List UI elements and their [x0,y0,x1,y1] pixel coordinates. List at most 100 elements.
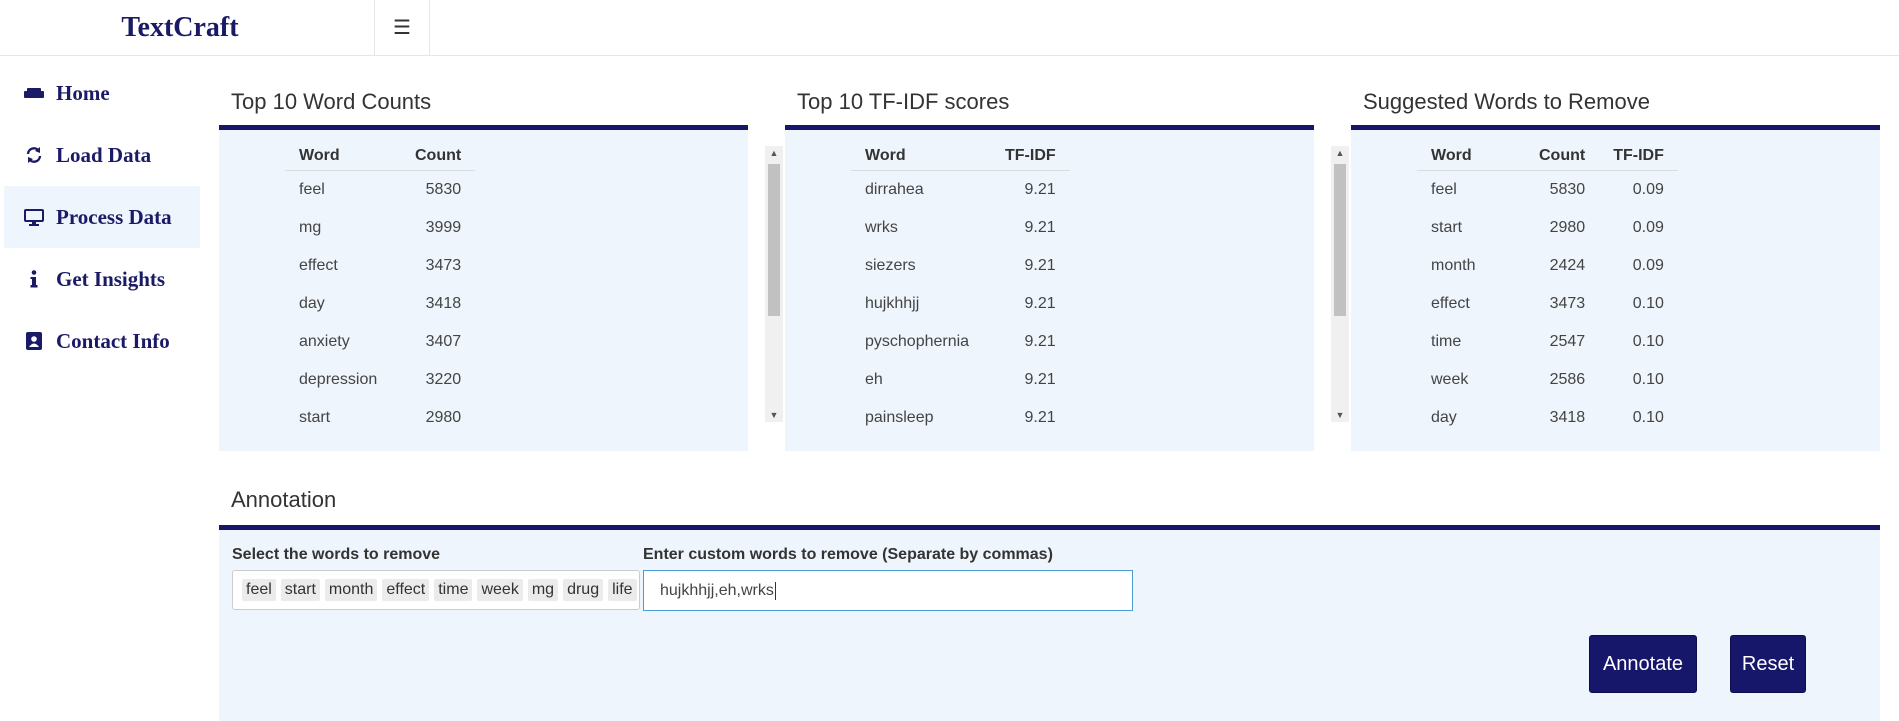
scrollbar-thumb[interactable] [768,164,780,316]
table-row: dirrahea 9.21 [851,171,1070,210]
sidebar-item-label: Load Data [56,142,152,167]
table-cell: depression [299,371,378,388]
table-cell: mg [299,219,322,236]
sidebar-item-home[interactable]: Home [4,62,200,124]
table-cell: 9.21 [1024,295,1056,312]
column-header[interactable]: Word [851,142,991,171]
table-cell: start [1431,219,1463,236]
sidebar-item-label: Process Data [56,204,172,229]
sidebar-item-load-data[interactable]: Load Data [4,124,200,186]
table-row: feel 5830 0.09 [1417,171,1678,210]
table-cell: 2586 [1549,371,1586,388]
couch-icon [22,86,46,100]
sidebar-toggle-button[interactable]: ☰ [374,0,430,55]
tfidf-table-viewport[interactable]: Word TF-IDF dirrahea 9.21 wrks 9.21 siezer… [785,130,1314,451]
table-row: week 2586 0.10 [1417,361,1678,399]
reset-button[interactable]: Reset [1730,635,1806,693]
table-cell: anxiety [299,333,350,350]
table-cell: painsleep [865,409,934,426]
hamburger-icon: ☰ [393,17,411,39]
table-header-row: Word TF-IDF [851,142,1070,171]
custom-words-input[interactable]: hujkhhjj,eh,wrks [643,570,1133,611]
word-multiselect[interactable]: feel start month effect time week mg dru… [232,570,640,610]
selected-word-chip[interactable]: start [280,579,320,601]
info-icon [22,270,46,288]
table-cell: start [299,409,331,426]
column-header[interactable]: Word [285,142,401,171]
custom-words-label: Enter custom words to remove (Separate b… [643,546,1053,563]
table-header-row: Word Count [285,142,476,171]
sidebar-item-label: Home [56,80,110,105]
selected-word-chip[interactable]: effect [382,579,430,601]
table-cell: day [299,295,325,312]
selected-word-chip[interactable]: month [324,579,378,601]
table-cell: 0.10 [1632,333,1664,350]
table-cell: 3220 [425,371,462,388]
table-row: feel 5830 [285,171,475,210]
scroll-down-arrow-icon[interactable]: ▼ [765,408,783,422]
selected-word-chip[interactable]: life [608,579,637,601]
sidebar-item-get-insights[interactable]: Get Insights [4,248,200,310]
table-cell: 0.10 [1632,295,1664,312]
selected-word-chip[interactable]: feel [242,579,276,601]
table-row: month 2424 0.09 [1417,247,1678,285]
tfidf-table: Word TF-IDF dirrahea 9.21 wrks 9.21 siezer… [851,142,1070,437]
table-row: start 2980 [285,399,475,437]
table-cell: 2547 [1549,333,1586,350]
scroll-down-arrow-icon[interactable]: ▼ [1331,408,1349,422]
table-row: siezers 9.21 [851,247,1070,285]
table-row: pyschophernia 9.21 [851,323,1070,361]
table-cell: 5830 [425,181,462,198]
column-header[interactable]: TF-IDF [1599,142,1678,171]
table-cell: 0.10 [1632,371,1664,388]
word-counts-table-viewport[interactable]: Word Count feel 5830 mg 3999 effect 3473 da… [219,130,748,451]
suggested-scrollbar[interactable]: ▲ ▼ [1331,146,1349,422]
table-cell: hujkhhjj [865,295,920,312]
box-title: Top 10 Word Counts [231,89,432,114]
column-header[interactable]: Count [1525,142,1600,171]
sidebar-item-label: Get Insights [56,266,166,291]
table-cell: 0.09 [1632,257,1664,274]
table-cell: 9.21 [1024,257,1056,274]
table-cell: 3407 [425,333,462,350]
selected-word-chip[interactable]: time [434,579,473,601]
table-cell: 9.21 [1024,219,1056,236]
table-cell: 5830 [1549,181,1586,198]
table-row: eh 9.21 [851,361,1070,399]
table-row: start 2980 0.09 [1417,209,1678,247]
column-header[interactable]: Word [1417,142,1525,171]
table-row: mg 3999 [285,209,475,247]
column-header[interactable]: TF-IDF [991,142,1070,171]
table-cell: week [1431,371,1469,388]
table-cell: 0.09 [1632,181,1664,198]
annotate-button[interactable]: Annotate [1589,635,1697,693]
scroll-up-arrow-icon[interactable]: ▲ [765,146,783,160]
table-row: time 2547 0.10 [1417,323,1678,361]
column-header[interactable]: Count [401,142,476,171]
selected-word-chip[interactable]: drug [563,579,604,601]
brand-logo[interactable]: TextCraft [0,0,374,55]
scroll-up-arrow-icon[interactable]: ▲ [1331,146,1349,160]
table-cell: feel [299,181,325,198]
suggested-table-viewport[interactable]: Word Count TF-IDF feel 5830 0.09 start 2980… [1351,130,1880,451]
sidebar-item-contact-info[interactable]: Contact Info [4,310,200,372]
table-row: depression 3220 [285,361,475,399]
table-row: painsleep 9.21 [851,399,1070,437]
selected-word-chip[interactable]: week [477,579,523,601]
annotation-box: Annotation Select the words to remove fe… [219,475,1880,721]
tfidf-scrollbar[interactable]: ▲ ▼ [765,146,783,422]
table-row: hujkhhjj 9.21 [851,285,1070,323]
table-cell: 0.09 [1632,219,1664,236]
table-cell: 3999 [425,219,462,236]
table-cell: 9.21 [1024,181,1056,198]
table-cell: 9.21 [1024,333,1056,350]
table-cell: 2980 [425,409,462,426]
table-cell: eh [865,371,883,388]
refresh-icon [22,146,46,164]
scrollbar-thumb[interactable] [1334,164,1346,316]
table-row: effect 3473 [285,247,475,285]
table-cell: day [1431,409,1457,426]
selected-word-chip[interactable]: mg [527,579,559,601]
sidebar-item-process-data[interactable]: Process Data [4,186,200,248]
table-cell: 3418 [425,295,462,312]
